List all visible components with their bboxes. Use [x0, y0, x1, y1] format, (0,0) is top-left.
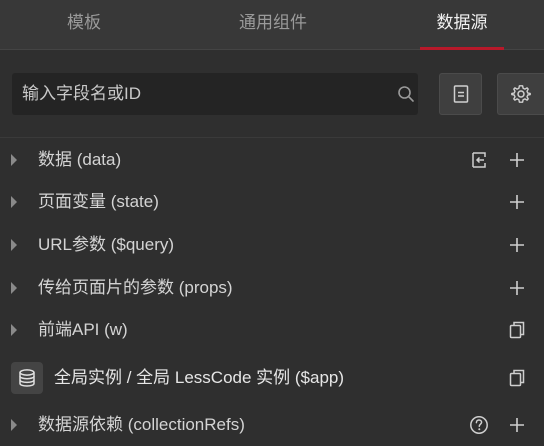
tree-item-app[interactable]: 全局实例 / 全局 LessCode 实例 ($app) [0, 355, 544, 401]
copy-icon[interactable] [507, 368, 527, 388]
tab-templates[interactable]: 模板 [40, 0, 128, 50]
tree-item-collection-refs[interactable]: 数据源依赖 (collectionRefs) [0, 403, 544, 446]
tab-bar: 模板 通用组件 数据源 [0, 0, 544, 50]
tree-item-frontend-api[interactable]: 前端API (w) [0, 308, 544, 351]
tab-label: 模板 [67, 13, 101, 32]
active-tab-indicator [420, 47, 504, 50]
expand-caret-icon[interactable] [11, 238, 17, 251]
database-icon [11, 362, 43, 394]
tab-label: 数据源 [436, 13, 488, 32]
tree-item-state[interactable]: 页面变量 (state) [0, 180, 544, 223]
search-box [12, 73, 418, 115]
tree-item-data[interactable]: 数据 (data) [0, 138, 544, 181]
tree-item-label: 数据 (data) [38, 150, 122, 169]
tree-item-label: 全局实例 / 全局 LessCode 实例 ($app) [54, 368, 345, 387]
plus-icon[interactable] [507, 192, 527, 212]
tab-data-source[interactable]: 数据源 [420, 0, 504, 50]
collapse-left-icon[interactable] [469, 150, 489, 170]
plus-icon[interactable] [507, 415, 527, 435]
tab-label: 通用组件 [239, 13, 307, 32]
tree-item-props[interactable]: 传给页面片的参数 (props) [0, 266, 544, 309]
tree-item-label: 页面变量 (state) [38, 192, 159, 211]
plus-icon[interactable] [507, 235, 527, 255]
expand-caret-icon[interactable] [11, 418, 17, 431]
copy-icon[interactable] [507, 320, 527, 340]
plus-icon[interactable] [507, 278, 527, 298]
settings-button[interactable] [497, 73, 544, 115]
tab-common-components[interactable]: 通用组件 [208, 0, 338, 50]
expand-caret-icon[interactable] [11, 195, 17, 208]
expand-caret-icon[interactable] [11, 281, 17, 294]
expand-caret-icon[interactable] [11, 323, 17, 336]
tree-item-label: 数据源依赖 (collectionRefs) [38, 415, 245, 434]
plus-icon[interactable] [507, 150, 527, 170]
document-button[interactable] [439, 73, 482, 115]
expand-caret-icon[interactable] [11, 153, 17, 166]
search-input[interactable] [12, 73, 382, 115]
tree-item-label: 传给页面片的参数 (props) [38, 278, 233, 297]
tree-item-query[interactable]: URL参数 ($query) [0, 223, 544, 266]
gear-icon [511, 84, 531, 104]
search-icon[interactable] [397, 85, 415, 103]
tree-item-label: 前端API (w) [38, 320, 128, 339]
document-icon [453, 85, 469, 103]
help-icon[interactable] [469, 415, 489, 435]
tree-item-label: URL参数 ($query) [38, 235, 175, 254]
